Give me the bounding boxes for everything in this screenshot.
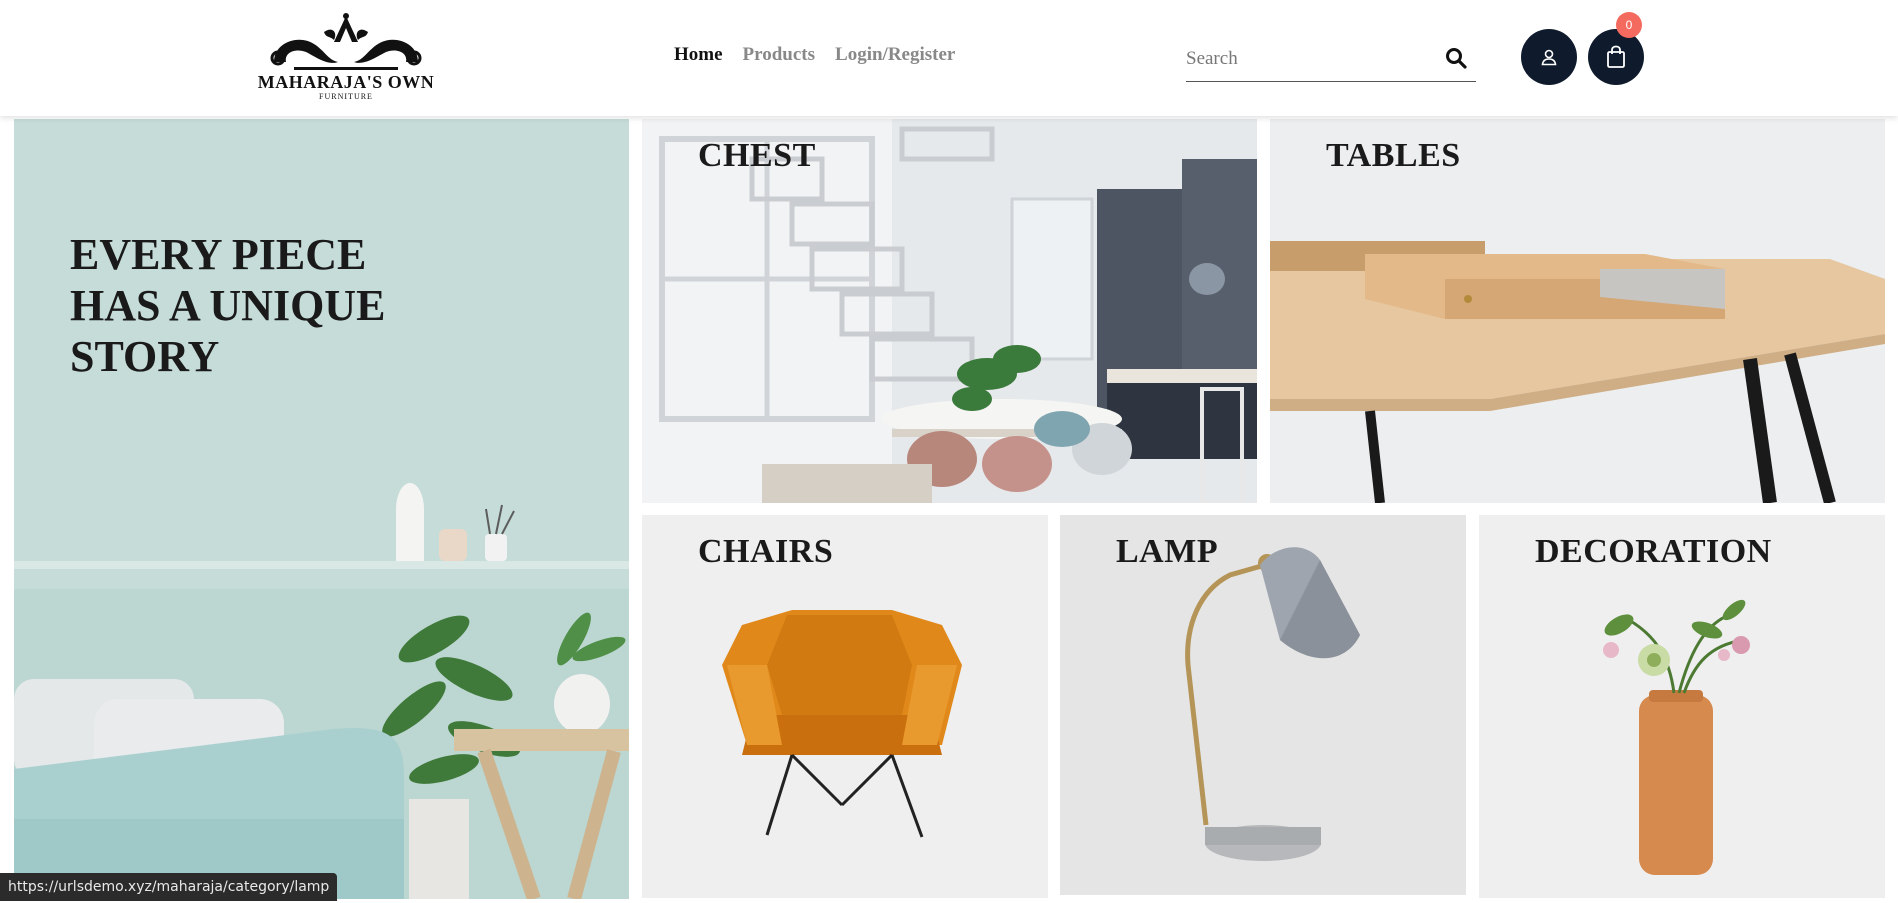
shopping-bag-icon xyxy=(1607,45,1625,68)
user-icon xyxy=(1541,49,1557,66)
hero-headline-line-1: EVERY PIECE xyxy=(70,230,367,279)
search-box xyxy=(1186,38,1476,82)
site-header: MAHARAJA'S OWN FURNITURE Home Products L… xyxy=(0,0,1898,116)
nav-login-register[interactable]: Login/Register xyxy=(835,44,955,66)
main-nav: Home Products Login/Register xyxy=(674,44,955,66)
dining-room-photo xyxy=(642,119,1257,503)
search-icon[interactable] xyxy=(1444,46,1468,70)
wooden-table-photo xyxy=(1270,119,1885,503)
brand-name: MAHARAJA'S OWN xyxy=(257,72,435,92)
account-button[interactable] xyxy=(1521,29,1577,85)
category-label-chest: CHEST xyxy=(698,137,816,174)
hero-headline-line-3: STORY xyxy=(70,332,220,381)
category-tile-chairs[interactable]: CHAIRS xyxy=(642,515,1048,898)
nav-home[interactable]: Home xyxy=(674,44,723,66)
category-label-chairs: CHAIRS xyxy=(698,533,834,570)
link-status-bar: https://urlsdemo.xyz/maharaja/category/l… xyxy=(0,873,338,901)
crown-ornament-icon xyxy=(270,13,422,70)
desk-lamp-photo xyxy=(1060,515,1466,895)
hero-banner[interactable]: EVERY PIECE HAS A UNIQUE STORY xyxy=(14,119,629,899)
brand-logo[interactable]: MAHARAJA'S OWN FURNITURE xyxy=(254,12,438,102)
category-tile-tables[interactable]: TABLES xyxy=(1270,119,1885,503)
cart-count-badge: 0 xyxy=(1616,12,1642,38)
category-label-tables: TABLES xyxy=(1326,137,1461,174)
nav-products[interactable]: Products xyxy=(743,44,815,66)
brand-tagline: FURNITURE xyxy=(319,92,373,101)
search-input[interactable] xyxy=(1186,44,1436,74)
orange-armchair-photo xyxy=(642,515,1048,898)
category-tile-chest[interactable]: CHEST xyxy=(642,119,1257,503)
hero-headline: EVERY PIECE HAS A UNIQUE STORY xyxy=(70,229,430,382)
hero-headline-line-2: HAS A UNIQUE xyxy=(70,281,386,330)
category-label-lamp: LAMP xyxy=(1116,533,1219,570)
category-tile-lamp[interactable]: LAMP xyxy=(1060,515,1466,895)
category-label-decoration: DECORATION xyxy=(1535,533,1772,570)
category-tile-decoration[interactable]: DECORATION xyxy=(1479,515,1885,898)
cart-button[interactable] xyxy=(1588,29,1644,85)
flower-vase-photo xyxy=(1479,515,1885,898)
